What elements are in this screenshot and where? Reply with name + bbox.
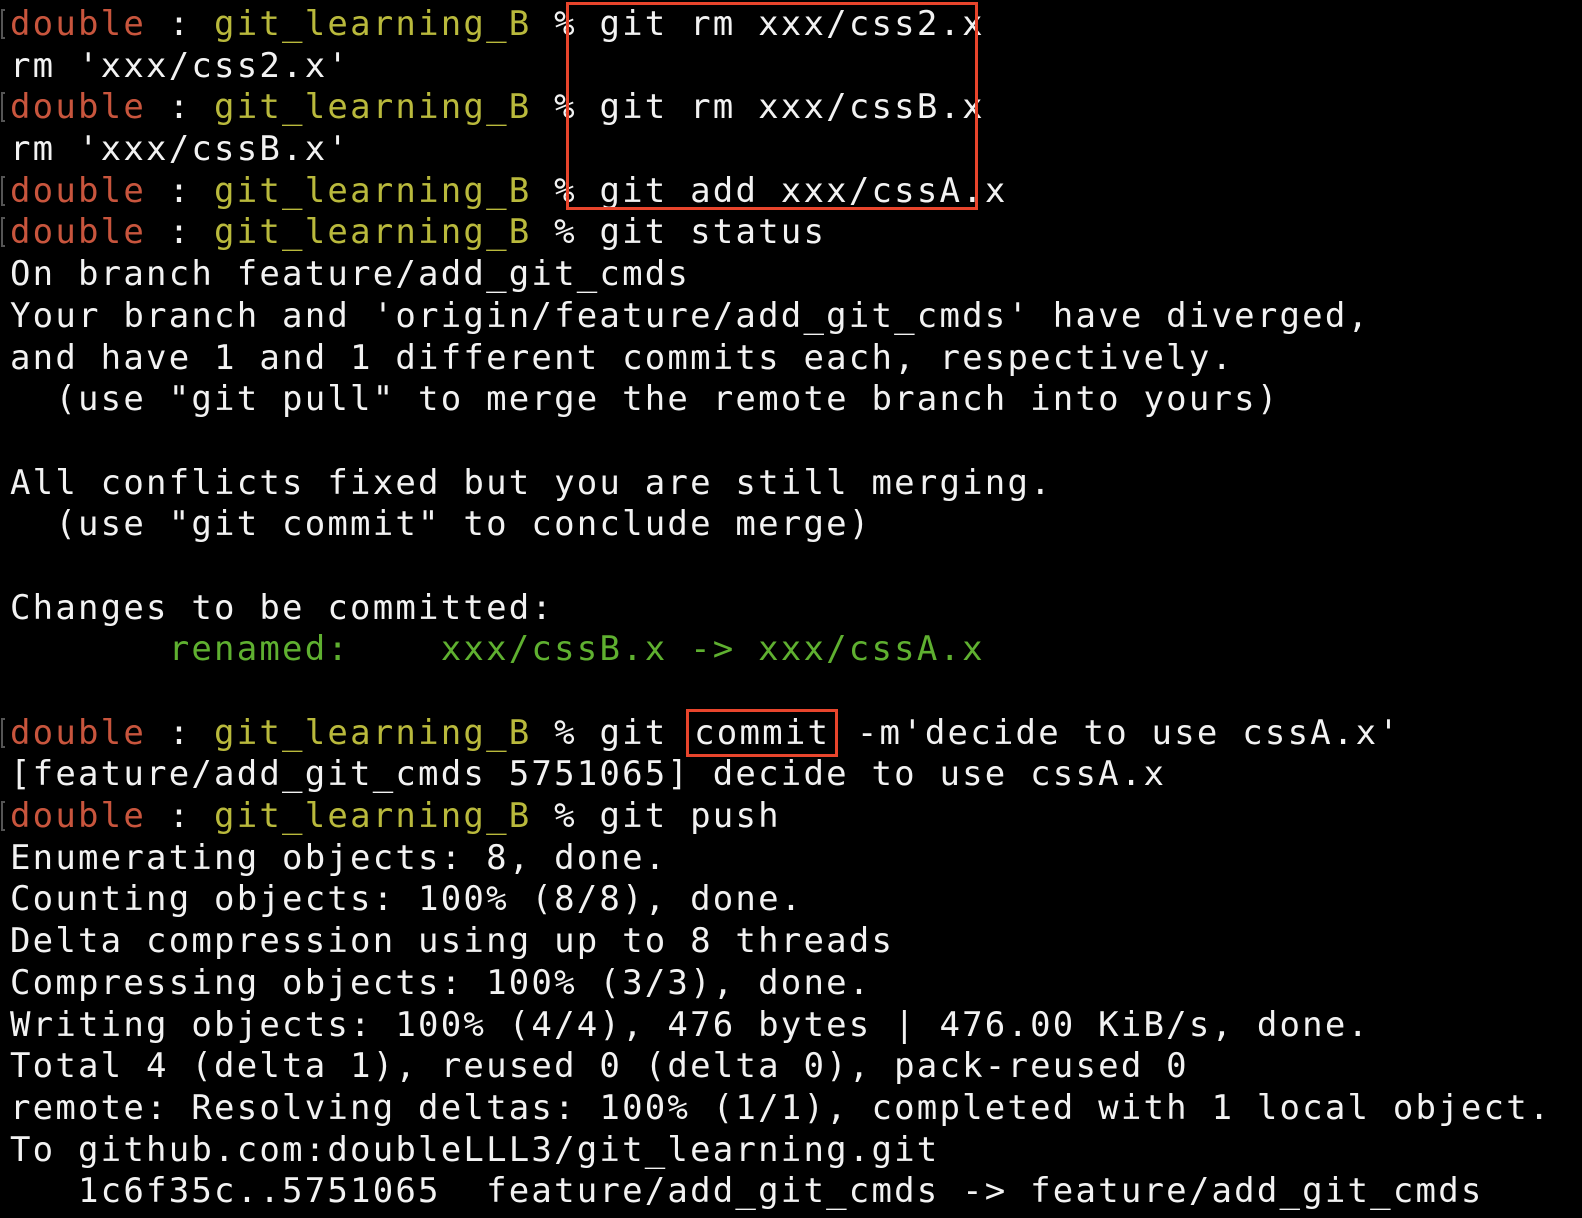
output-line: Delta compression using up to 8 threads <box>0 921 1582 963</box>
prompt-user: double <box>10 4 147 44</box>
output-text: Your branch and 'origin/feature/add_git_… <box>10 295 1371 336</box>
output-line: Enumerating objects: 8, done. <box>0 838 1582 880</box>
prompt-symbol: % <box>531 212 600 253</box>
output-line: All conflicts fixed but you are still me… <box>0 463 1582 505</box>
prompt-symbol: % <box>531 87 600 128</box>
prompt-line: double : git_learning_B % git push <box>0 796 1582 838</box>
output-text: Changes to be committed: <box>10 587 555 628</box>
prompt-separator: : <box>146 712 215 753</box>
line-marker-icon <box>1 92 5 123</box>
prompt-line: double : git_learning_B % git rm xxx/css… <box>0 87 1582 129</box>
output-line: (use "git commit" to conclude merge) <box>0 504 1582 546</box>
line-marker-icon <box>1 9 5 39</box>
output-text: Delta compression using up to 8 threads <box>10 921 895 962</box>
prompt-directory: git_learning_B <box>214 170 532 211</box>
line-marker-icon <box>1 175 5 206</box>
output-text: and have 1 and 1 different commits each,… <box>10 337 1235 378</box>
output-line: On branch feature/add_git_cmds <box>0 254 1582 296</box>
output-line: Changes to be committed: <box>0 588 1582 630</box>
output-text: remote: Resolving deltas: 100% (1/1), co… <box>10 1087 1552 1128</box>
prompt-separator: : <box>146 796 215 837</box>
output-line: [feature/add_git_cmds 5751065] decide to… <box>0 754 1582 796</box>
output-text: rm 'xxx/cssB.x' <box>10 129 351 170</box>
command-text: git status <box>599 212 827 253</box>
command-text: git <box>599 712 691 753</box>
line-marker-icon <box>1 801 5 832</box>
line-marker-icon <box>1 217 5 248</box>
prompt-line: double : git_learning_B % git status <box>0 212 1582 254</box>
command-text: git rm xxx/css2.x <box>599 4 985 44</box>
prompt-directory: git_learning_B <box>214 212 532 253</box>
prompt-user: double <box>10 712 147 753</box>
output-line: 1c6f35c..5751065 feature/add_git_cmds ->… <box>0 1171 1582 1213</box>
output-line: Counting objects: 100% (8/8), done. <box>0 879 1582 921</box>
output-line: and have 1 and 1 different commits each,… <box>0 338 1582 380</box>
command-text: git add xxx/cssA.x <box>599 170 1008 211</box>
prompt-symbol: % <box>531 796 600 837</box>
prompt-directory: git_learning_B <box>214 796 532 837</box>
prompt-directory: git_learning_B <box>214 712 532 753</box>
prompt-separator: : <box>146 170 215 211</box>
command-text: git push <box>599 796 781 837</box>
output-text: Total 4 (delta 1), reused 0 (delta 0), p… <box>10 1046 1189 1087</box>
output-text: [feature/add_git_cmds 5751065] decide to… <box>10 754 1167 795</box>
terminal-output: double : git_learning_B % git rm xxx/css… <box>0 4 1582 1213</box>
prompt-line: double : git_learning_B % git commit -m'… <box>0 708 1582 757</box>
prompt-separator: : <box>146 4 215 44</box>
prompt-user: double <box>10 796 147 837</box>
prompt-user: double <box>10 212 147 253</box>
output-text: To github.com:doubleLLL3/git_learning.gi… <box>10 1129 940 1170</box>
output-text: Enumerating objects: 8, done. <box>10 837 668 878</box>
prompt-line: double : git_learning_B % git rm xxx/css… <box>0 4 1582 46</box>
status-change-line: renamed: xxx/cssB.x -> xxx/cssA.x <box>0 629 1582 671</box>
prompt-separator: : <box>146 212 215 253</box>
prompt-separator: : <box>146 87 215 128</box>
terminal-window[interactable]: double : git_learning_B % git rm xxx/css… <box>0 0 1582 1218</box>
line-marker-icon <box>1 717 5 748</box>
output-line: Your branch and 'origin/feature/add_git_… <box>0 296 1582 338</box>
output-text: Counting objects: 100% (8/8), done. <box>10 879 804 920</box>
output-text: rm 'xxx/css2.x' <box>10 45 351 86</box>
output-text: (use "git commit" to conclude merge) <box>10 504 872 545</box>
output-text: Writing objects: 100% (4/4), 476 bytes |… <box>10 1004 1371 1045</box>
output-line: (use "git pull" to merge the remote bran… <box>0 379 1582 421</box>
prompt-symbol: % <box>531 712 600 753</box>
output-line: rm 'xxx/css2.x' <box>0 46 1582 88</box>
output-line: Writing objects: 100% (4/4), 476 bytes |… <box>0 1005 1582 1047</box>
prompt-symbol: % <box>531 4 600 44</box>
prompt-directory: git_learning_B <box>214 87 532 128</box>
output-line: rm 'xxx/cssB.x' <box>0 129 1582 171</box>
prompt-directory: git_learning_B <box>214 4 532 44</box>
output-line: remote: Resolving deltas: 100% (1/1), co… <box>0 1088 1582 1130</box>
prompt-line: double : git_learning_B % git add xxx/cs… <box>0 171 1582 213</box>
output-text: Compressing objects: 100% (3/3), done. <box>10 962 872 1003</box>
prompt-symbol: % <box>531 170 600 211</box>
output-text: (use "git pull" to merge the remote bran… <box>10 379 1280 420</box>
output-line: To github.com:doubleLLL3/git_learning.gi… <box>0 1130 1582 1172</box>
command-text: -m'decide to use cssA.x' <box>834 712 1401 753</box>
output-line: Total 4 (delta 1), reused 0 (delta 0), p… <box>0 1046 1582 1088</box>
prompt-user: double <box>10 87 147 128</box>
output-text: 1c6f35c..5751065 feature/add_git_cmds ->… <box>10 1171 1484 1212</box>
command-text: git rm xxx/cssB.x <box>599 87 985 128</box>
change-type-label: renamed: <box>168 629 351 670</box>
output-line: Compressing objects: 100% (3/3), done. <box>0 963 1582 1005</box>
output-text: On branch feature/add_git_cmds <box>10 254 691 295</box>
output-text: All conflicts fixed but you are still me… <box>10 462 1053 503</box>
prompt-user: double <box>10 170 147 211</box>
highlighted-command-word: commit <box>686 708 839 757</box>
changed-file-path: xxx/cssB.x -> xxx/cssA.x <box>440 629 985 670</box>
